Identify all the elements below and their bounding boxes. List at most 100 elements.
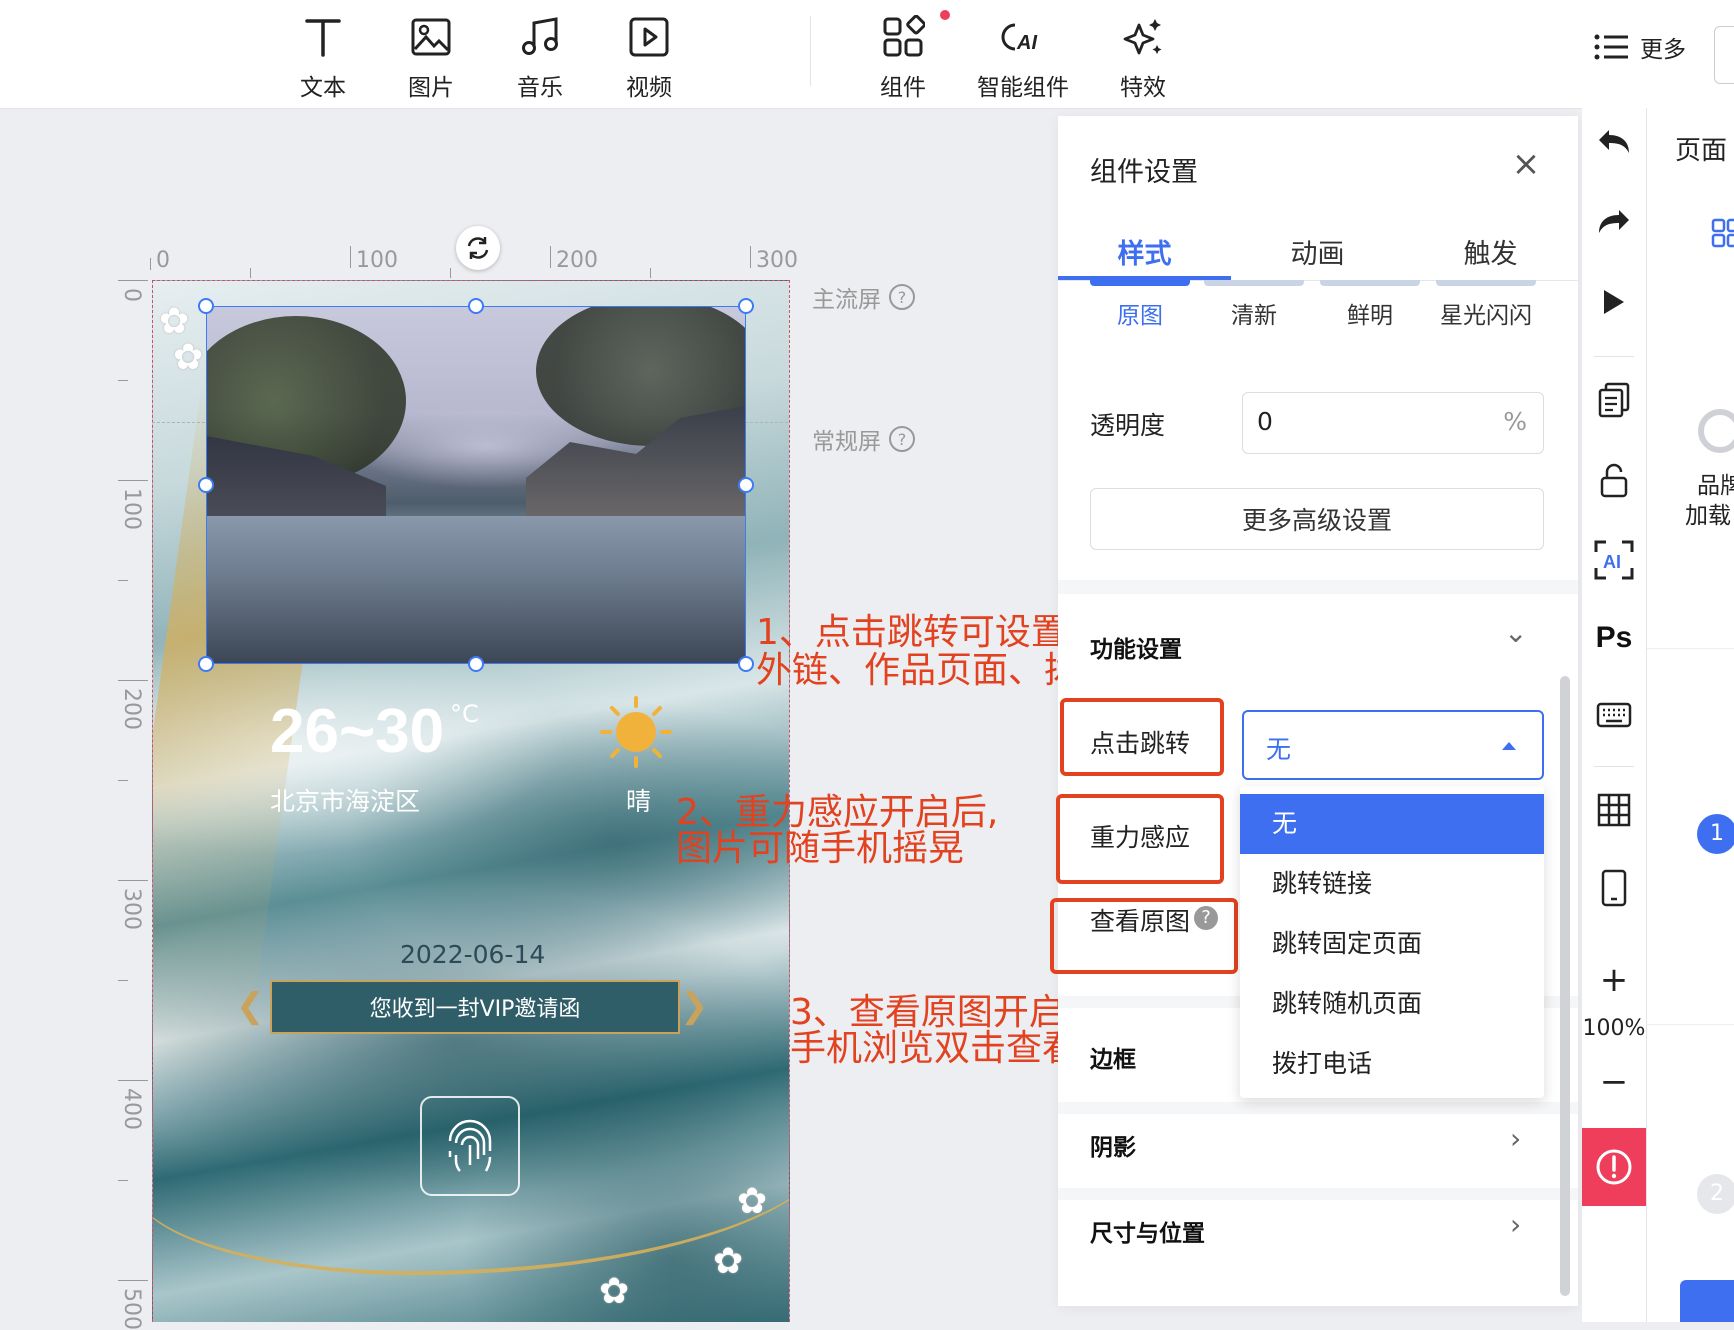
ai-component-tool-button[interactable]: AI 智能组件 <box>968 10 1078 102</box>
effects-tool-button[interactable]: 特效 <box>1088 10 1198 102</box>
border-section-header[interactable]: 边框 <box>1090 1040 1136 1074</box>
video-tool-label: 视频 <box>626 75 672 101</box>
component-tool-button[interactable]: 组件 <box>848 10 958 102</box>
text-tool-label: 文本 <box>300 75 346 101</box>
chevron-down-icon[interactable]: ⌄ <box>1504 616 1527 649</box>
filter-vivid[interactable]: 鲜明 <box>1310 296 1430 330</box>
filter-list: 原图 清新 鲜明 星光闪闪 <box>1058 280 1578 340</box>
shadow-section-header[interactable]: 阴影 <box>1090 1128 1136 1162</box>
resize-handle-right[interactable] <box>738 477 754 493</box>
toolbar-divider <box>810 16 811 86</box>
function-settings-header[interactable]: 功能设置 <box>1090 630 1182 664</box>
more-button[interactable]: 更多 <box>1594 30 1686 64</box>
mobile-view-button[interactable] <box>1582 860 1646 916</box>
click-jump-dropdown: 无 跳转链接 跳转固定页面 跳转随机页面 拨打电话 <box>1240 786 1544 1098</box>
ornament-left-icon: ❮ <box>236 986 265 1026</box>
main-screen-text: 主流屏 <box>812 287 881 313</box>
panel-title: 组件设置 <box>1090 157 1198 188</box>
ruler-label: 100 <box>119 488 144 530</box>
ruler-tick <box>118 480 148 481</box>
rotate-button[interactable] <box>456 226 500 270</box>
fingerprint-button[interactable] <box>420 1096 520 1196</box>
dropdown-option-link[interactable]: 跳转链接 <box>1240 854 1544 914</box>
click-jump-select[interactable]: 无 <box>1242 710 1544 780</box>
filter-thumb <box>1320 280 1420 286</box>
tab-trigger[interactable]: 触发 <box>1404 232 1577 271</box>
chevron-right-icon[interactable]: › <box>1510 1122 1521 1155</box>
annotation-box-click-jump <box>1060 698 1224 776</box>
resize-handle-bottom[interactable] <box>468 656 484 672</box>
undo-button[interactable] <box>1582 114 1646 170</box>
keyboard-icon <box>1596 702 1632 728</box>
filter-original[interactable]: 原图 <box>1080 296 1200 330</box>
ruler-label: 100 <box>356 248 398 273</box>
preview-button[interactable] <box>1582 274 1646 330</box>
ruler-tick <box>150 258 151 270</box>
filter-fresh[interactable]: 清新 <box>1194 296 1314 330</box>
opacity-input[interactable]: 0 % <box>1242 392 1544 454</box>
panel-scrollbar[interactable] <box>1560 676 1570 1296</box>
main-screen-label: 主流屏 ? <box>812 280 915 314</box>
copy-button[interactable] <box>1582 372 1646 428</box>
tab-animation[interactable]: 动画 <box>1231 232 1404 271</box>
effects-tool-label: 特效 <box>1120 75 1166 101</box>
text-tool-button[interactable]: 文本 <box>268 10 378 102</box>
photoshop-button[interactable]: Ps <box>1582 610 1646 666</box>
more-label: 更多 <box>1640 37 1686 63</box>
city-text: 北京市海淀区 <box>270 787 421 816</box>
horizontal-ruler: 0 100 200 300 <box>150 246 798 280</box>
resize-handle-left[interactable] <box>198 477 214 493</box>
resize-handle-bl[interactable] <box>198 656 214 672</box>
page-number-badge[interactable]: 1 <box>1697 814 1734 854</box>
filter-starlight[interactable]: 星光闪闪 <box>1426 296 1546 330</box>
ruler-tick <box>250 268 251 278</box>
resize-handle-tl[interactable] <box>198 298 214 314</box>
date-text: 2022-06-14 <box>400 940 546 969</box>
blossom-icon: ✿ <box>173 337 204 378</box>
ruler-label: 0 <box>119 288 144 302</box>
top-toolbar: 文本 图片 音乐 视频 组件 AI 智能组件 特效 更多 <box>0 0 1734 109</box>
resize-handle-top[interactable] <box>468 298 484 314</box>
page-grid-icon[interactable] <box>1711 218 1734 248</box>
keyboard-button[interactable] <box>1582 688 1646 744</box>
dropdown-option-none[interactable]: 无 <box>1240 794 1544 854</box>
effects-icon <box>1088 10 1198 64</box>
ruler-tick <box>118 580 128 581</box>
help-icon[interactable]: ? <box>889 284 915 310</box>
page-divider <box>1647 1024 1734 1025</box>
top-right-button[interactable] <box>1714 26 1734 84</box>
video-tool-button[interactable]: 视频 <box>594 10 704 102</box>
svg-text:AI: AI <box>1603 552 1621 572</box>
ruler-tick <box>118 380 128 381</box>
normal-screen-text: 常规屏 <box>812 429 881 455</box>
resize-handle-tr[interactable] <box>738 298 754 314</box>
page-item-text: 加载 <box>1685 503 1731 529</box>
grid-button[interactable] <box>1582 782 1646 838</box>
page-number-badge[interactable]: 2 <box>1697 1174 1734 1214</box>
help-icon[interactable]: ? <box>889 426 915 452</box>
chevron-right-icon[interactable]: › <box>1510 1208 1521 1241</box>
tab-style[interactable]: 样式 <box>1058 232 1231 271</box>
zoom-in-button[interactable]: + <box>1582 952 1646 1008</box>
lock-button[interactable] <box>1582 452 1646 508</box>
music-tool-button[interactable]: 音乐 <box>485 10 595 102</box>
ruler-tick <box>650 268 651 278</box>
size-position-section-header[interactable]: 尺寸与位置 <box>1090 1214 1205 1248</box>
advanced-settings-button[interactable]: 更多高级设置 <box>1090 488 1544 550</box>
feedback-button[interactable] <box>1582 1128 1646 1206</box>
ruler-tick <box>118 980 128 981</box>
add-page-button[interactable] <box>1680 1280 1734 1322</box>
image-tool-button[interactable]: 图片 <box>376 10 486 102</box>
dropdown-option-phone-call[interactable]: 拨打电话 <box>1240 1034 1544 1094</box>
redo-button[interactable] <box>1582 194 1646 250</box>
ruler-tick <box>118 680 148 681</box>
zoom-out-button[interactable]: − <box>1582 1054 1646 1110</box>
ruler-tick <box>350 246 351 268</box>
invite-banner[interactable]: 您收到一封VIP邀请函 <box>270 980 680 1034</box>
resize-handle-br[interactable] <box>738 656 754 672</box>
dropdown-option-fixed-page[interactable]: 跳转固定页面 <box>1240 914 1544 974</box>
dropdown-option-random-page[interactable]: 跳转随机页面 <box>1240 974 1544 1034</box>
video-icon <box>594 10 704 64</box>
close-icon[interactable]: × <box>1506 144 1546 184</box>
ai-button[interactable]: AI <box>1582 532 1646 588</box>
